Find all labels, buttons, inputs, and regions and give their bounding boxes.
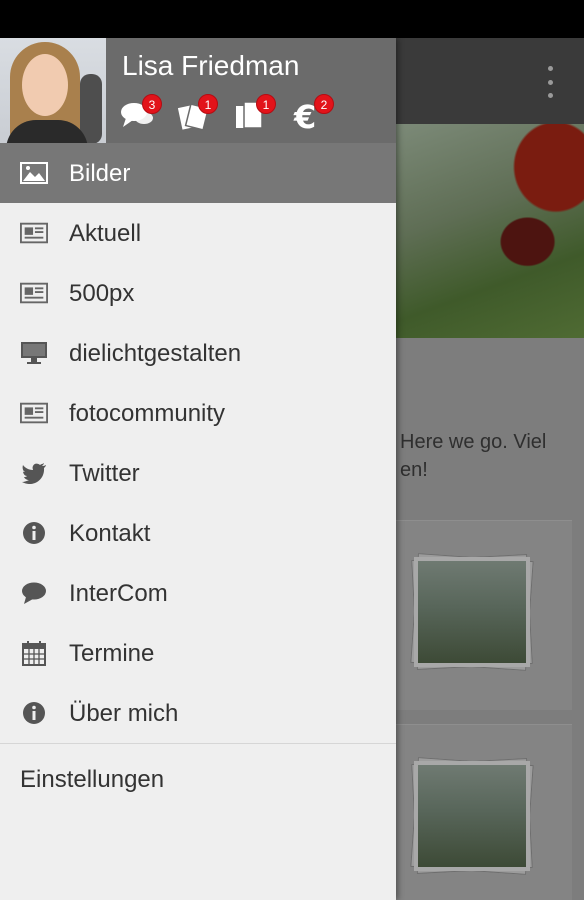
notification-badge: 1 [256, 94, 276, 114]
menu-item-ueber-mich[interactable]: Über mich [0, 683, 396, 743]
settings-item[interactable]: Einstellungen [0, 744, 396, 814]
calendar-icon [20, 640, 48, 666]
hero-image [396, 124, 584, 338]
avatar[interactable] [0, 38, 106, 143]
menu-item-label: Termine [69, 640, 155, 667]
payments-notification[interactable]: € 2 [292, 94, 334, 136]
settings-label: Einstellungen [20, 766, 165, 793]
documents-notification[interactable]: 1 [234, 94, 276, 136]
menu-item-intercom[interactable]: InterCom [0, 563, 396, 623]
menu-item-label: fotocommunity [69, 400, 226, 427]
menu-item-label: Aktuell [69, 220, 142, 247]
svg-text:€: € [293, 100, 316, 132]
menu-item-fotocommunity[interactable]: fotocommunity [0, 383, 396, 443]
menu-item-label: Twitter [69, 460, 140, 487]
newspaper-icon [20, 280, 48, 306]
menu-item-label: InterCom [69, 580, 168, 607]
notification-badge: 2 [314, 94, 334, 114]
menu-item-label: 500px [69, 280, 135, 307]
menu-item-label: Über mich [69, 700, 179, 727]
gallery-thumbnail [410, 553, 534, 671]
image-icon [20, 160, 48, 186]
navigation-drawer: Lisa Friedman 3 1 1 € 2 Bilder Aktuell 5… [0, 38, 396, 900]
tickets-notification[interactable]: 1 [176, 94, 218, 136]
menu-item-kontakt[interactable]: Kontakt [0, 503, 396, 563]
menu-item-termine[interactable]: Termine [0, 623, 396, 683]
profile-header: Lisa Friedman 3 1 1 € 2 [0, 38, 396, 143]
menu-item-label: Kontakt [69, 520, 151, 547]
menu-item-twitter[interactable]: Twitter [0, 443, 396, 503]
menu-item-500px[interactable]: 500px [0, 263, 396, 323]
notification-badge: 3 [142, 94, 162, 114]
chat-bubble-icon [20, 580, 48, 606]
messages-notification[interactable]: 3 [120, 94, 162, 136]
twitter-icon [20, 460, 48, 486]
notification-badge: 1 [198, 94, 218, 114]
monitor-icon [20, 340, 48, 366]
info-icon [20, 700, 48, 726]
newspaper-icon [20, 220, 48, 246]
menu-item-label: dielichtgestalten [69, 340, 242, 367]
gallery-card[interactable] [396, 724, 572, 900]
info-icon [20, 520, 48, 546]
post-text: Here we go. Viel en! [400, 431, 547, 481]
menu-item-bilder[interactable]: Bilder [0, 143, 396, 203]
menu-item-dielichtgestalten[interactable]: dielichtgestalten [0, 323, 396, 383]
drawer-menu: Bilder Aktuell 500px dielichtgestalten f… [0, 143, 396, 814]
user-name: Lisa Friedman [122, 50, 300, 81]
menu-item-label: Bilder [69, 160, 131, 187]
overflow-menu-icon[interactable] [540, 66, 560, 98]
newspaper-icon [20, 400, 48, 426]
gallery-card[interactable] [396, 520, 572, 710]
gallery-thumbnail [410, 757, 534, 875]
status-bar [0, 0, 584, 38]
menu-item-aktuell[interactable]: Aktuell [0, 203, 396, 263]
